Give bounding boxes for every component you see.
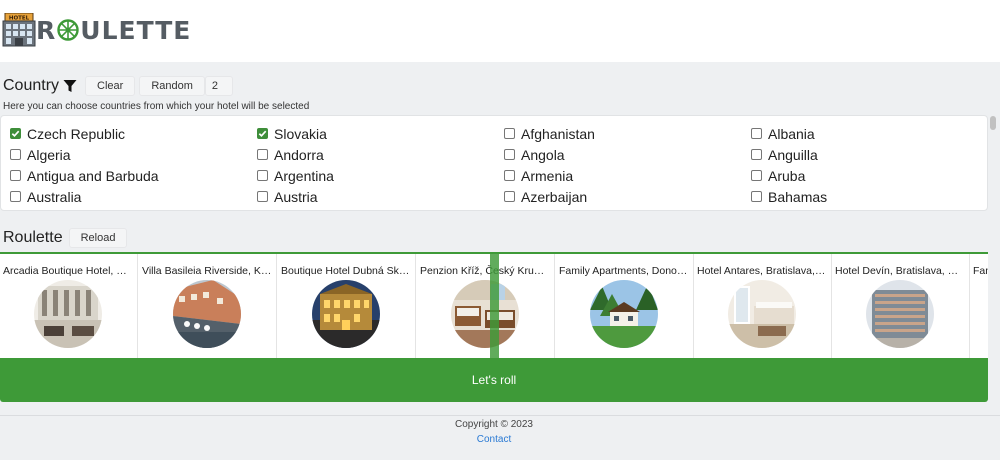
checkbox-unchecked[interactable] (257, 170, 268, 181)
country-label: Algeria (27, 146, 71, 163)
checkbox-unchecked[interactable] (504, 191, 515, 202)
checkbox-unchecked[interactable] (504, 149, 515, 160)
checkbox-checked[interactable] (257, 128, 268, 139)
checkbox-unchecked[interactable] (10, 149, 21, 160)
country-label: Albania (768, 125, 815, 142)
hotel-card-title: Family Apartments, Donovaly (559, 265, 689, 277)
country-option[interactable]: Argentina (257, 167, 504, 184)
country-label: Anguilla (768, 146, 818, 163)
country-label: Afghanistan (521, 125, 595, 142)
hotel-card-photo (728, 280, 796, 348)
logo-text: R ULETTE (36, 16, 191, 45)
country-option[interactable]: Angola (504, 146, 751, 163)
hotel-card-photo (451, 280, 519, 348)
hotel-card-title: Family Hotel (973, 265, 988, 277)
hotel-card[interactable]: Arcadia Boutique Hotel, Bratislava, Slov… (0, 254, 138, 358)
check-icon (11, 130, 20, 138)
roulette-header: Roulette Reload (3, 228, 131, 248)
footer-divider (0, 415, 1000, 416)
hotel-card[interactable]: Hotel Antares, Bratislava, Slovakia (694, 254, 832, 358)
country-label: Antigua and Barbuda (27, 167, 159, 184)
svg-text:HOTEL: HOTEL (9, 15, 30, 21)
clear-button[interactable]: Clear (85, 76, 136, 96)
country-option[interactable]: Czech Republic (10, 125, 257, 142)
country-label: Austria (274, 188, 318, 205)
country-header: Country Clear Random 2 (3, 76, 233, 96)
country-list[interactable]: Czech Republic Slovakia Afghanistan Albania… (0, 115, 988, 211)
country-label: Czech Republic (27, 125, 126, 142)
hotel-card[interactable]: Hotel Devín, Bratislava, Slovakia (832, 254, 970, 358)
country-option[interactable]: Albania (751, 125, 987, 142)
filter-icon[interactable] (63, 79, 77, 93)
hotel-card[interactable]: Villa Basileia Riverside, Karlovy Vary (139, 254, 277, 358)
country-label: Armenia (521, 167, 574, 184)
country-option[interactable]: Algeria (10, 146, 257, 163)
country-option[interactable]: Azerbaijan (504, 188, 751, 205)
country-option[interactable]: Armenia (504, 167, 751, 184)
country-option[interactable]: Australia (10, 188, 257, 205)
country-label: Slovakia (274, 125, 327, 142)
contact-link[interactable]: Contact (0, 434, 988, 445)
country-label: Angola (521, 146, 565, 163)
country-label: Argentina (274, 167, 334, 184)
hotel-card-title: Boutique Hotel Dubná Skala, Žilina (281, 265, 411, 277)
checkbox-unchecked[interactable] (504, 128, 515, 139)
country-option[interactable]: Aruba (751, 167, 987, 184)
hotel-card[interactable]: Penzion Kříž, Český Krumlov (417, 254, 555, 358)
random-button[interactable]: Random (139, 76, 205, 96)
country-list-scrollbar[interactable] (990, 116, 996, 130)
hotel-card[interactable]: Family Apartments, Donovaly (556, 254, 694, 358)
country-label: Australia (27, 188, 82, 205)
hotel-card[interactable]: Family Hotel (970, 254, 988, 358)
country-title: Country (3, 77, 60, 94)
checkbox-unchecked[interactable] (751, 149, 762, 160)
checkbox-unchecked[interactable] (751, 170, 762, 181)
checkbox-unchecked[interactable] (257, 149, 268, 160)
country-option[interactable]: Anguilla (751, 146, 987, 163)
checkbox-unchecked[interactable] (10, 191, 21, 202)
roulette-wheel-icon (57, 19, 79, 41)
country-option[interactable]: Slovakia (257, 125, 504, 142)
logo[interactable]: HOTEL R ULETTE (2, 13, 191, 47)
checkbox-unchecked[interactable] (751, 128, 762, 139)
country-hint: Here you can choose countries from which… (3, 101, 310, 112)
country-option[interactable]: Bahamas (751, 188, 987, 205)
checkbox-unchecked[interactable] (751, 191, 762, 202)
hotel-card-title: Penzion Kříž, Český Krumlov (420, 265, 550, 277)
logo-text-suffix: ULETTE (80, 15, 192, 45)
hotel-card-photo (312, 280, 380, 348)
hotel-card-title: Arcadia Boutique Hotel, Bratislava, Slov… (3, 265, 133, 277)
lets-roll-button[interactable]: Let's roll (0, 358, 988, 402)
reload-button[interactable]: Reload (68, 228, 128, 248)
random-count-input[interactable]: 2 (204, 76, 233, 96)
hotel-card-title: Hotel Antares, Bratislava, Slovakia (697, 265, 827, 277)
check-icon (258, 130, 267, 138)
hotel-card-photo (34, 280, 102, 348)
country-label: Azerbaijan (521, 188, 588, 205)
roulette-title: Roulette (3, 229, 63, 246)
country-label: Aruba (768, 167, 806, 184)
checkbox-unchecked[interactable] (257, 191, 268, 202)
hotel-building-icon: HOTEL (2, 13, 36, 47)
country-option[interactable]: Antigua and Barbuda (10, 167, 257, 184)
country-label: Bahamas (768, 188, 828, 205)
hotel-card-photo (866, 280, 934, 348)
hotel-card-title: Villa Basileia Riverside, Karlovy Vary (142, 265, 272, 277)
hotel-card-title: Hotel Devín, Bratislava, Slovakia (835, 265, 965, 277)
copyright-text: Copyright © 2023 (455, 419, 533, 430)
country-label: Andorra (274, 146, 324, 163)
country-option[interactable]: Austria (257, 188, 504, 205)
roulette-pointer (490, 252, 499, 358)
country-option[interactable]: Afghanistan (504, 125, 751, 142)
country-option[interactable]: Andorra (257, 146, 504, 163)
country-grid: Czech Republic Slovakia Afghanistan Albania… (10, 125, 987, 205)
checkbox-unchecked[interactable] (504, 170, 515, 181)
logo-text-prefix: R (36, 15, 57, 45)
checkbox-unchecked[interactable] (10, 170, 21, 181)
checkbox-checked[interactable] (10, 128, 21, 139)
hotel-card-photo (590, 280, 658, 348)
hotel-card-photo (173, 280, 241, 348)
hotel-card[interactable]: Boutique Hotel Dubná Skala, Žilina (278, 254, 416, 358)
header: HOTEL R ULETTE (0, 0, 1000, 62)
